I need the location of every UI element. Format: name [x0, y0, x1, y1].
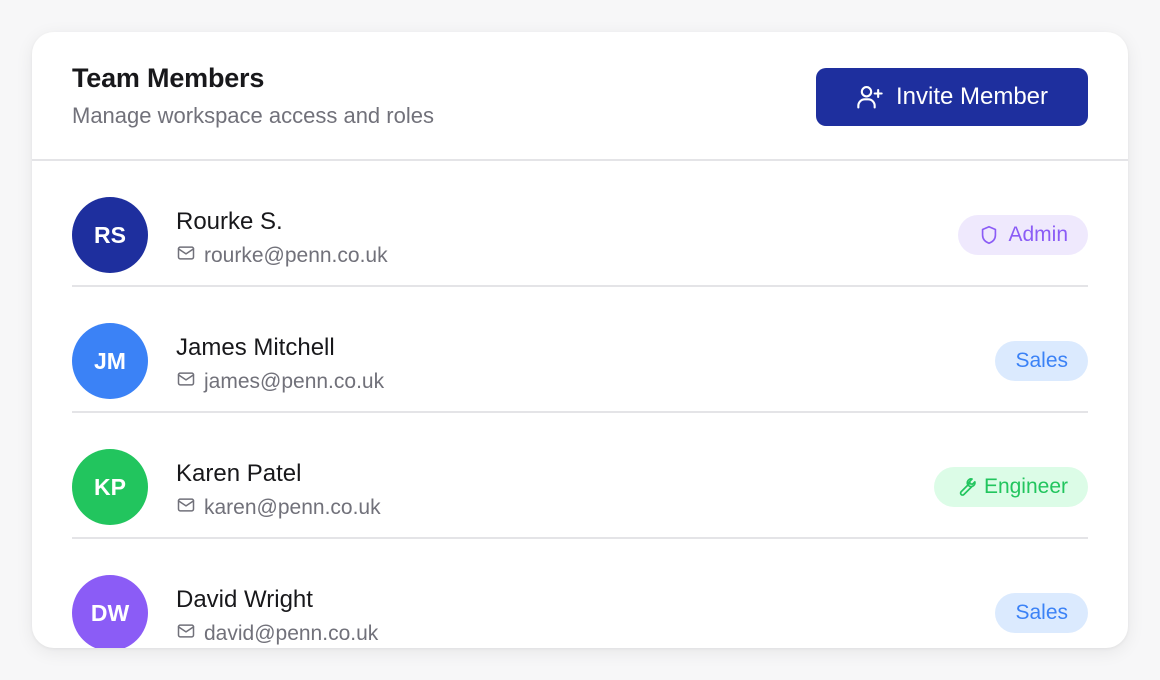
- member-list: RS Rourke S. rourke@penn.co.uk Admin JM …: [72, 161, 1088, 648]
- page-subtitle: Manage workspace access and roles: [72, 103, 434, 128]
- member-email: james@penn.co.uk: [204, 369, 385, 393]
- mail-icon: [176, 495, 196, 520]
- member-name: Karen Patel: [176, 460, 302, 487]
- member-email: rourke@penn.co.uk: [204, 243, 388, 267]
- invite-member-button[interactable]: Invite Member: [816, 68, 1088, 126]
- role-label: Sales: [1015, 349, 1068, 372]
- avatar: KP: [72, 449, 148, 525]
- avatar: RS: [72, 197, 148, 273]
- role-badge-sales[interactable]: Sales: [995, 593, 1088, 633]
- mail-icon: [176, 369, 196, 394]
- page-title: Team Members: [72, 63, 265, 93]
- team-members-card: Team Members Manage workspace access and…: [32, 32, 1128, 648]
- shield-icon: [978, 224, 1000, 246]
- member-row[interactable]: RS Rourke S. rourke@penn.co.uk Admin: [72, 161, 1088, 287]
- role-badge-admin[interactable]: Admin: [958, 215, 1088, 255]
- user-plus-icon: [856, 83, 884, 111]
- invite-member-label: Invite Member: [895, 83, 1049, 110]
- wrench-icon: [954, 476, 976, 498]
- card-header: Team Members Manage workspace access and…: [32, 32, 1128, 161]
- avatar: DW: [72, 575, 148, 648]
- member-name: Rourke S.: [176, 208, 283, 235]
- role-badge-engineer[interactable]: Engineer: [933, 467, 1088, 507]
- mail-icon: [176, 621, 196, 646]
- role-badge-sales[interactable]: Sales: [995, 341, 1088, 381]
- member-row[interactable]: KP Karen Patel karen@penn.co.uk Engineer: [72, 413, 1088, 539]
- member-email-row: karen@penn.co.uk: [176, 495, 381, 520]
- avatar: JM: [72, 323, 148, 399]
- mail-icon: [176, 243, 196, 268]
- member-name: James Mitchell: [176, 334, 335, 361]
- member-email: karen@penn.co.uk: [204, 495, 381, 519]
- member-email: david@penn.co.uk: [204, 621, 379, 645]
- member-row[interactable]: DW David Wright david@penn.co.uk Sales: [72, 539, 1088, 648]
- role-label: Sales: [1015, 601, 1068, 624]
- member-row[interactable]: JM James Mitchell james@penn.co.uk Sales: [72, 287, 1088, 413]
- member-email-row: james@penn.co.uk: [176, 369, 384, 394]
- role-label: Admin: [1008, 223, 1068, 246]
- member-email-row: rourke@penn.co.uk: [176, 243, 388, 268]
- member-name: David Wright: [176, 586, 313, 613]
- member-email-row: david@penn.co.uk: [176, 621, 378, 646]
- role-label: Engineer: [983, 475, 1068, 498]
